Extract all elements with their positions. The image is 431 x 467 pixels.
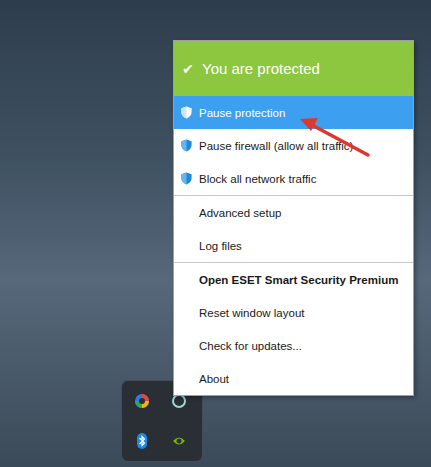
menu-item[interactable]: Block all network traffic [174, 162, 413, 195]
menu-separator [174, 262, 413, 263]
menu-item[interactable]: Pause protection [174, 96, 413, 129]
menu-item[interactable]: Open ESET Smart Security Premium [174, 263, 413, 296]
desktop: ✔You are protectedPause protectionPause … [0, 0, 431, 467]
nvidia-icon[interactable] [171, 433, 187, 449]
copilot-icon[interactable] [134, 393, 150, 409]
annotation-arrow-icon [0, 0, 431, 467]
menu-item[interactable]: Reset window layout [174, 296, 413, 329]
menu-item[interactable]: Pause firewall (allow all traffic) [174, 129, 413, 162]
shield-icon [180, 172, 193, 185]
check-icon: ✔ [182, 61, 194, 77]
menu-separator [174, 195, 413, 196]
menu-item[interactable]: Log files [174, 229, 413, 262]
menu-item[interactable]: About [174, 362, 413, 395]
bluetooth-icon[interactable] [134, 433, 150, 449]
menu-item[interactable]: Check for updates... [174, 329, 413, 362]
menu-item[interactable]: Advanced setup [174, 196, 413, 229]
shield-icon [180, 106, 193, 119]
status-header: ✔You are protected [174, 41, 413, 96]
context-menu: ✔You are protectedPause protectionPause … [173, 40, 414, 396]
shield-icon [180, 139, 193, 152]
